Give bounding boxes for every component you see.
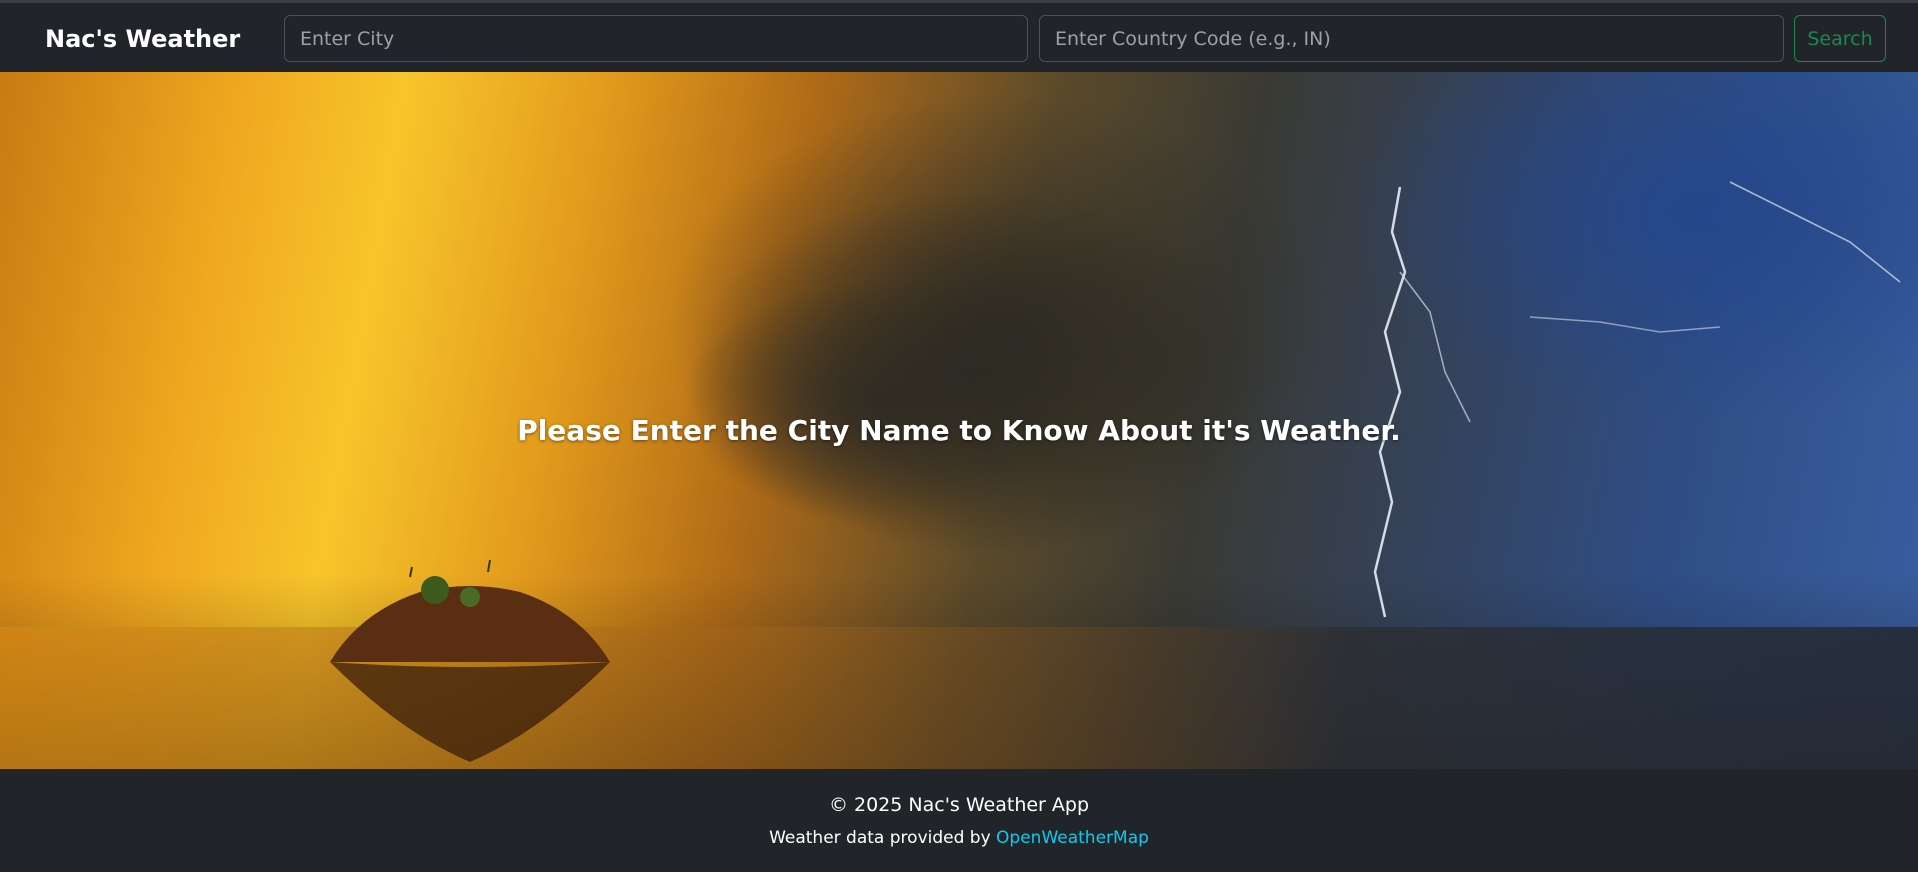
city-input[interactable]	[284, 15, 1028, 62]
footer: © 2025 Nac's Weather App Weather data pr…	[0, 769, 1918, 872]
brand-logo[interactable]: Nac's Weather	[45, 25, 240, 53]
credit-prefix: Weather data provided by	[769, 828, 997, 848]
navbar: Nac's Weather Search	[0, 0, 1918, 72]
openweathermap-link[interactable]: OpenWeatherMap	[996, 828, 1149, 848]
hero-background: Please Enter the City Name to Know About…	[0, 72, 1918, 769]
copyright-text: © 2025 Nac's Weather App	[828, 794, 1090, 816]
country-code-input[interactable]	[1039, 15, 1784, 62]
empty-state-message: Please Enter the City Name to Know About…	[517, 414, 1401, 447]
search-button[interactable]: Search	[1794, 15, 1886, 62]
data-credit: Weather data provided by OpenWeatherMap	[0, 828, 1918, 848]
